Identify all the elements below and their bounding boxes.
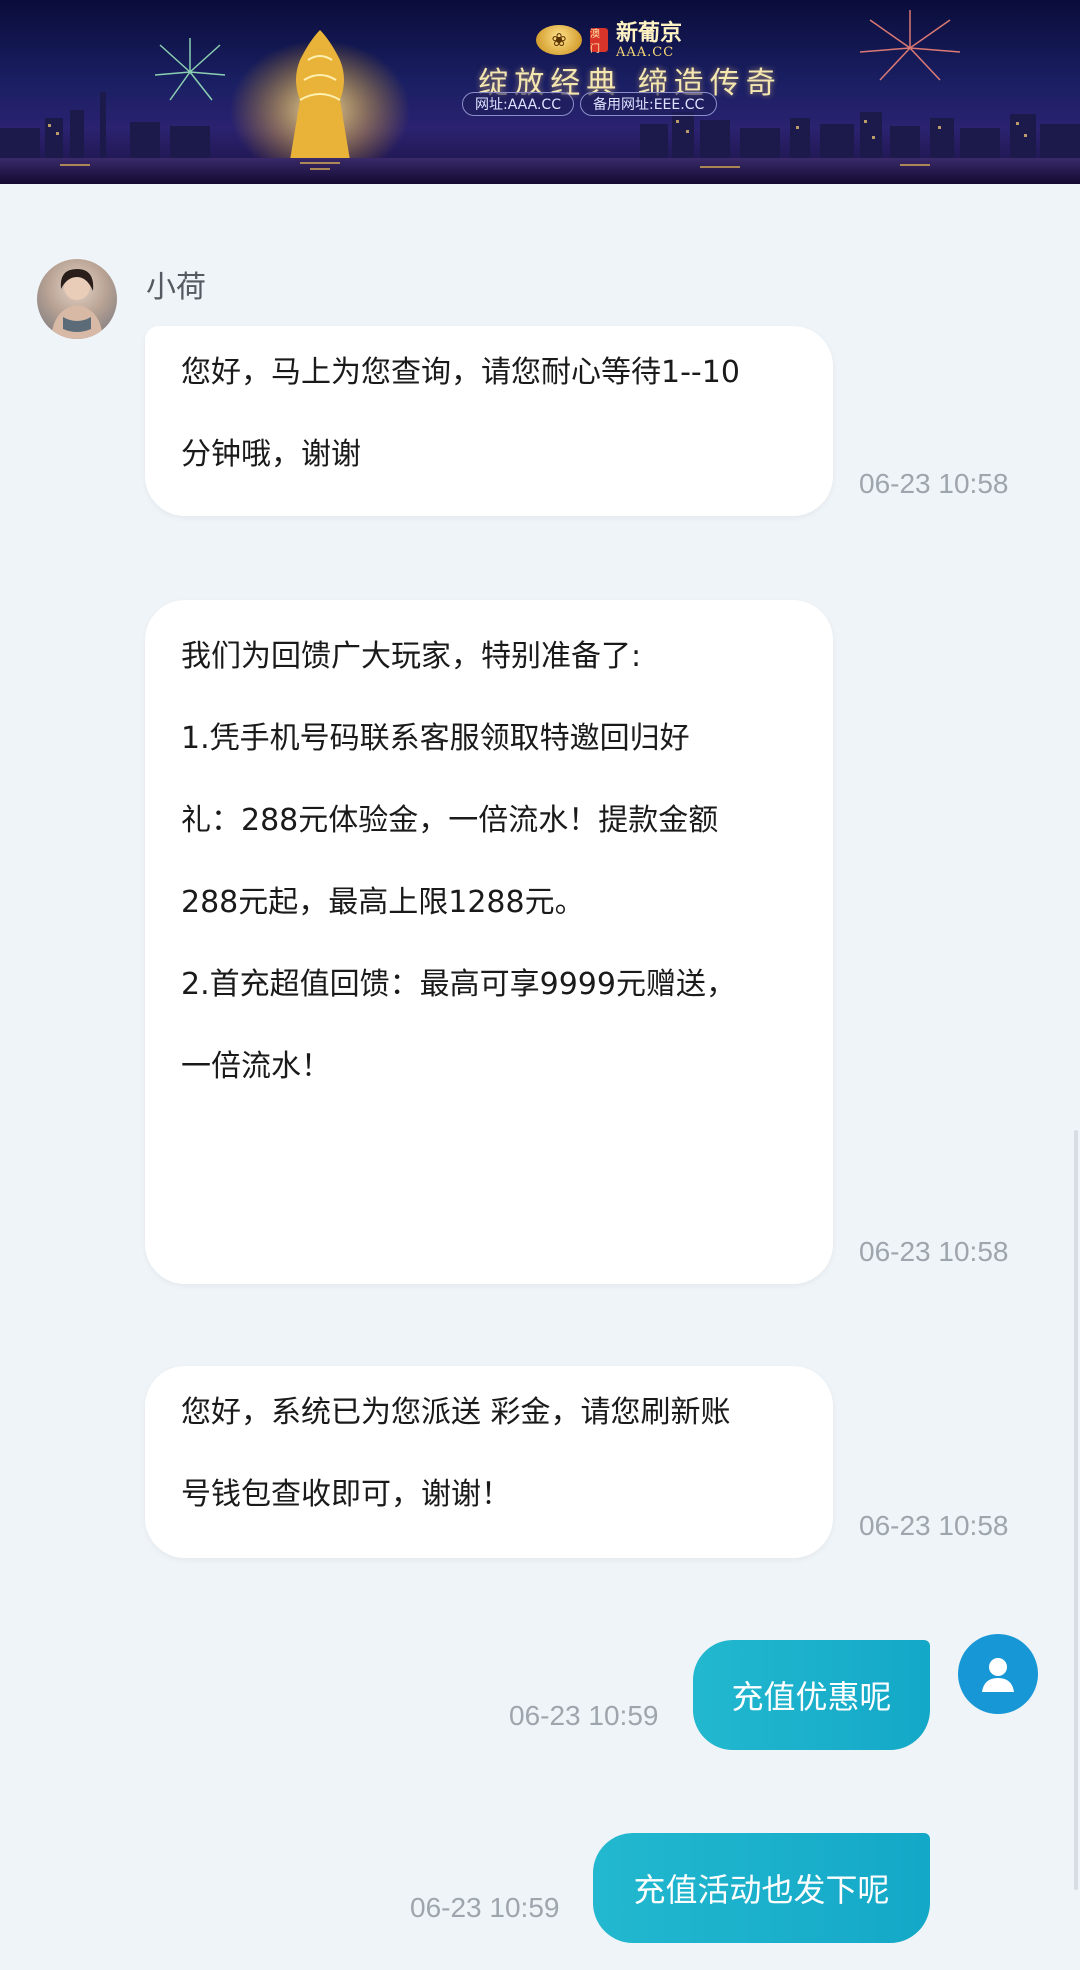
banner-urls: 网址:AAA.CC 备用网址:EEE.CC xyxy=(462,92,718,116)
message-text-line: 您好，系统已为您派送 彩金，请您刷新账 xyxy=(181,1395,731,1430)
message-timestamp: 06-23 10:58 xyxy=(859,1510,1009,1541)
message-text-line: 号钱包查收即可，谢谢！ xyxy=(181,1477,511,1512)
brand-seal: 澳门 xyxy=(590,28,608,55)
user-avatar[interactable] xyxy=(958,1634,1038,1714)
agent-photo xyxy=(51,269,103,339)
message-text-line: 分钟哦，谢谢 xyxy=(181,437,361,472)
agent-message-2: 我们为回馈广大玩家，特别准备了: 1.凭手机号码联系客服领取特邀回归好 礼：28… xyxy=(145,600,833,1284)
message-timestamp: 06-23 10:59 xyxy=(509,1700,659,1731)
user-message-2: 充值活动也发下呢 xyxy=(593,1833,930,1943)
agent-message-3: 您好，系统已为您派送 彩金，请您刷新账 号钱包查收即可，谢谢！ xyxy=(145,1366,833,1558)
agent-avatar[interactable] xyxy=(37,259,117,339)
message-text-line: 2.首充超值回馈：最高可享9999元赠送， xyxy=(181,967,736,1002)
agent-name: 小荷 xyxy=(146,270,206,305)
backup-url: 备用网址:EEE.CC xyxy=(579,92,718,116)
brand-domain: AAA.CC xyxy=(616,44,675,60)
message-text-line: 我们为回馈广大玩家，特别准备了: xyxy=(181,639,642,674)
agent-message-1: 您好，马上为您查询，请您耐心等待1--10 分钟哦，谢谢 xyxy=(145,326,833,516)
message-timestamp: 06-23 10:58 xyxy=(859,1236,1009,1267)
scrollbar[interactable] xyxy=(1074,1130,1078,1890)
user-message-1: 充值优惠呢 xyxy=(693,1640,930,1750)
message-text-line: 1.凭手机号码联系客服领取特邀回归好 xyxy=(181,721,690,756)
message-timestamp: 06-23 10:58 xyxy=(859,468,1009,499)
brand-name: 新葡京 xyxy=(616,19,683,46)
main-url: 网址:AAA.CC xyxy=(462,92,574,116)
lotus-logo-icon: ❀ xyxy=(536,25,582,55)
brand-lockup: ❀ 澳门 新葡京 AAA.CC xyxy=(536,19,683,60)
promo-banner[interactable]: ❀ 澳门 新葡京 AAA.CC 绽放经典 缔造传奇 网址:AAA.CC 备用网址… xyxy=(0,0,1080,184)
message-text-line: 您好，马上为您查询，请您耐心等待1--10 xyxy=(181,355,740,390)
message-text-line: 288元起，最高上限1288元。 xyxy=(181,885,585,920)
user-icon xyxy=(982,1658,1014,1692)
message-timestamp: 06-23 10:59 xyxy=(410,1892,560,1923)
message-text-line: 礼：288元体验金，一倍流水！提款金额 xyxy=(181,803,719,838)
message-text-line: 一倍流水！ xyxy=(181,1049,331,1084)
chat-page: ❀ 澳门 新葡京 AAA.CC 绽放经典 缔造传奇 网址:AAA.CC 备用网址… xyxy=(0,0,1080,1970)
